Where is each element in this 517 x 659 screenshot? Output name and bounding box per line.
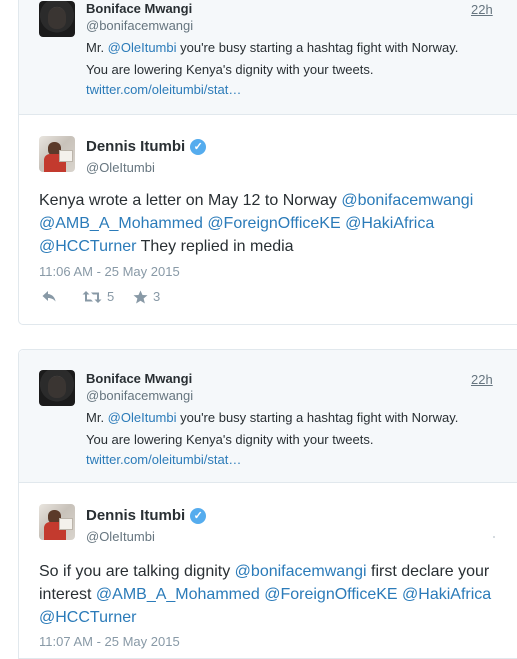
mention-link[interactable]: @ForeignOfficeKE: [207, 215, 340, 232]
tweet-card-2: Boniface Mwangi @bonifacemwangi 22h Mr. …: [18, 349, 517, 659]
reply-icon: [42, 291, 56, 302]
author-name[interactable]: Dennis Itumbi ✓: [86, 138, 207, 155]
mention-link[interactable]: @OleItumbi: [108, 40, 177, 55]
avatar[interactable]: [39, 370, 75, 406]
avatar[interactable]: [39, 1, 75, 37]
quoted-text: you're busy starting a hashtag fight wit…: [176, 40, 459, 55]
quoted-tweet[interactable]: Boniface Mwangi @bonifacemwangi 22h Mr. …: [19, 0, 517, 115]
tweet-text: interest: [39, 586, 96, 603]
mention-link[interactable]: @bonifacemwangi: [235, 563, 367, 580]
mention-link[interactable]: @AMB_A_Mohammed: [39, 215, 203, 232]
author-name[interactable]: Dennis Itumbi ✓: [86, 507, 207, 524]
quoted-author-handle[interactable]: @bonifacemwangi: [86, 18, 193, 33]
avatar[interactable]: [39, 504, 75, 540]
quoted-tweet[interactable]: Boniface Mwangi @bonifacemwangi 22h Mr. …: [19, 350, 517, 483]
quoted-status-link[interactable]: twitter.com/oleitumbi/stat…: [86, 79, 241, 101]
quoted-text-line-1: Mr. @OleItumbi you're busy starting a ha…: [86, 37, 458, 59]
author-handle[interactable]: @OleItumbi: [86, 529, 155, 544]
mention-link[interactable]: @bonifacemwangi: [341, 192, 473, 209]
favorite-count: 3: [153, 289, 161, 304]
quoted-author-name[interactable]: Boniface Mwangi: [86, 371, 192, 386]
tweet-text: They replied in media: [136, 238, 294, 255]
tweet-text-line-2: @AMB_A_Mohammed @ForeignOfficeKE @HakiAf…: [39, 213, 434, 235]
quoted-text: Mr.: [86, 40, 108, 55]
star-icon: [133, 290, 148, 303]
quoted-time[interactable]: 22h: [471, 2, 493, 17]
tweet-text: So if you are talking dignity: [39, 563, 235, 580]
verified-badge-icon: ✓: [190, 139, 207, 155]
verified-badge-icon: ✓: [190, 508, 207, 524]
favorite-button[interactable]: 3: [133, 289, 160, 304]
quoted-text: Mr.: [86, 410, 108, 425]
retweet-button[interactable]: 5: [82, 289, 114, 304]
tweet-text-line-1: Kenya wrote a letter on May 12 to Norway…: [39, 190, 473, 212]
tweet-card-1: Boniface Mwangi @bonifacemwangi 22h Mr. …: [18, 0, 517, 325]
retweet-icon: [82, 290, 102, 303]
author-name-text[interactable]: Dennis Itumbi: [86, 507, 185, 524]
quoted-text-line-1: Mr. @OleItumbi you're busy starting a ha…: [86, 407, 458, 429]
quoted-status-link[interactable]: twitter.com/oleitumbi/stat…: [86, 449, 241, 471]
tweet-timestamp[interactable]: 11:07 AM - 25 May 2015: [39, 634, 180, 649]
author-handle[interactable]: @OleItumbi: [86, 160, 155, 175]
quoted-time[interactable]: 22h: [471, 372, 493, 387]
tweet-text: first declare your: [366, 563, 490, 580]
avatar[interactable]: [39, 136, 75, 172]
tweet-text: Kenya wrote a letter on May 12 to Norway: [39, 192, 342, 209]
quoted-text: you're busy starting a hashtag fight wit…: [176, 410, 459, 425]
tweet-text-line-1: So if you are talking dignity @bonifacem…: [39, 561, 489, 583]
mention-link[interactable]: @ForeignOfficeKE: [264, 586, 397, 603]
mention-link[interactable]: @HCCTurner: [39, 609, 136, 626]
tweet-timestamp[interactable]: 11:06 AM - 25 May 2015: [39, 264, 180, 279]
quoted-author-handle[interactable]: @bonifacemwangi: [86, 388, 193, 403]
quoted-text-line-2: You are lowering Kenya's dignity with yo…: [86, 432, 374, 447]
mention-link[interactable]: @HCCTurner: [39, 238, 136, 255]
mention-link[interactable]: @OleItumbi: [108, 410, 177, 425]
quoted-text-line-2: You are lowering Kenya's dignity with yo…: [86, 62, 374, 77]
tweet-text-line-3: @HCCTurner They replied in media: [39, 236, 294, 258]
mention-link[interactable]: @AMB_A_Mohammed: [96, 586, 260, 603]
quoted-author-name[interactable]: Boniface Mwangi: [86, 1, 192, 16]
divider-dot: [493, 536, 495, 538]
author-name-text[interactable]: Dennis Itumbi: [86, 138, 185, 155]
mention-link[interactable]: @HakiAfrica: [402, 586, 491, 603]
reply-button[interactable]: [41, 289, 57, 303]
tweet-text-line-3: @HCCTurner: [39, 607, 136, 629]
tweet-text-line-2: interest @AMB_A_Mohammed @ForeignOfficeK…: [39, 584, 491, 606]
mention-link[interactable]: @HakiAfrica: [345, 215, 434, 232]
retweet-count: 5: [107, 289, 115, 304]
